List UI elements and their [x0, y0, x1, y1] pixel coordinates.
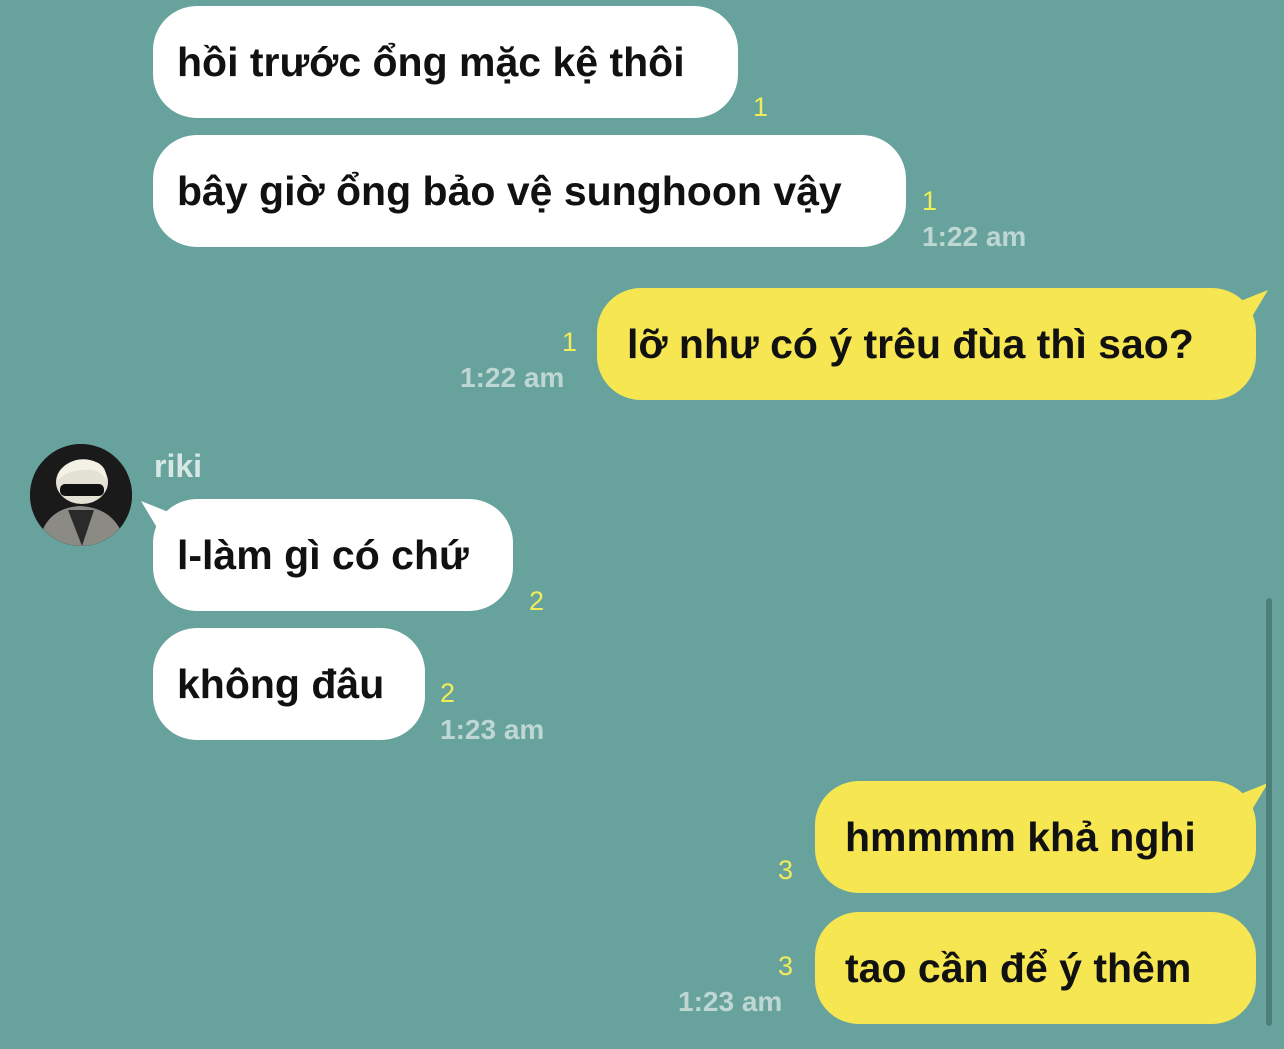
unread-count: 2: [529, 586, 545, 616]
unread-count: 3: [778, 951, 794, 981]
unread-count: 1: [753, 92, 769, 122]
message-bubble-outgoing[interactable]: lỡ như có ý trêu đùa thì sao?: [597, 288, 1256, 400]
message-text: hồi trước ổng mặc kệ thôi: [177, 38, 685, 85]
message-bubble-outgoing[interactable]: hmmmm khả nghi: [815, 781, 1256, 893]
contact-name: riki: [154, 448, 203, 484]
message-timestamp: 1:22 am: [922, 221, 1027, 252]
unread-count: 1: [562, 327, 578, 357]
message-bubble-outgoing[interactable]: tao cần để ý thêm: [815, 912, 1256, 1024]
message-text: tao cần để ý thêm: [845, 944, 1192, 991]
message-timestamp: 1:22 am: [460, 362, 565, 393]
message-text: hmmmm khả nghi: [845, 813, 1196, 860]
unread-count: 2: [440, 678, 456, 708]
message-text: bây giờ ổng bảo vệ sunghoon vậy: [177, 167, 842, 214]
message-text: l-làm gì có chứ: [177, 531, 469, 578]
message-bubble-incoming[interactable]: không đâu: [153, 628, 425, 740]
message-bubble-incoming[interactable]: l-làm gì có chứ: [153, 499, 513, 611]
message-bubble-incoming[interactable]: hồi trước ổng mặc kệ thôi: [153, 6, 738, 118]
unread-count: 1: [922, 186, 938, 216]
avatar-image: [30, 444, 132, 546]
message-timestamp: 1:23 am: [440, 714, 545, 745]
message-timestamp: 1:23 am: [678, 986, 783, 1017]
message-text: lỡ như có ý trêu đùa thì sao?: [627, 320, 1194, 367]
message-text: không đâu: [177, 660, 385, 707]
message-bubble-incoming[interactable]: bây giờ ổng bảo vệ sunghoon vậy: [153, 135, 906, 247]
scrollbar[interactable]: [1266, 598, 1272, 1026]
unread-count: 3: [778, 855, 794, 885]
contact-avatar[interactable]: [30, 444, 132, 546]
